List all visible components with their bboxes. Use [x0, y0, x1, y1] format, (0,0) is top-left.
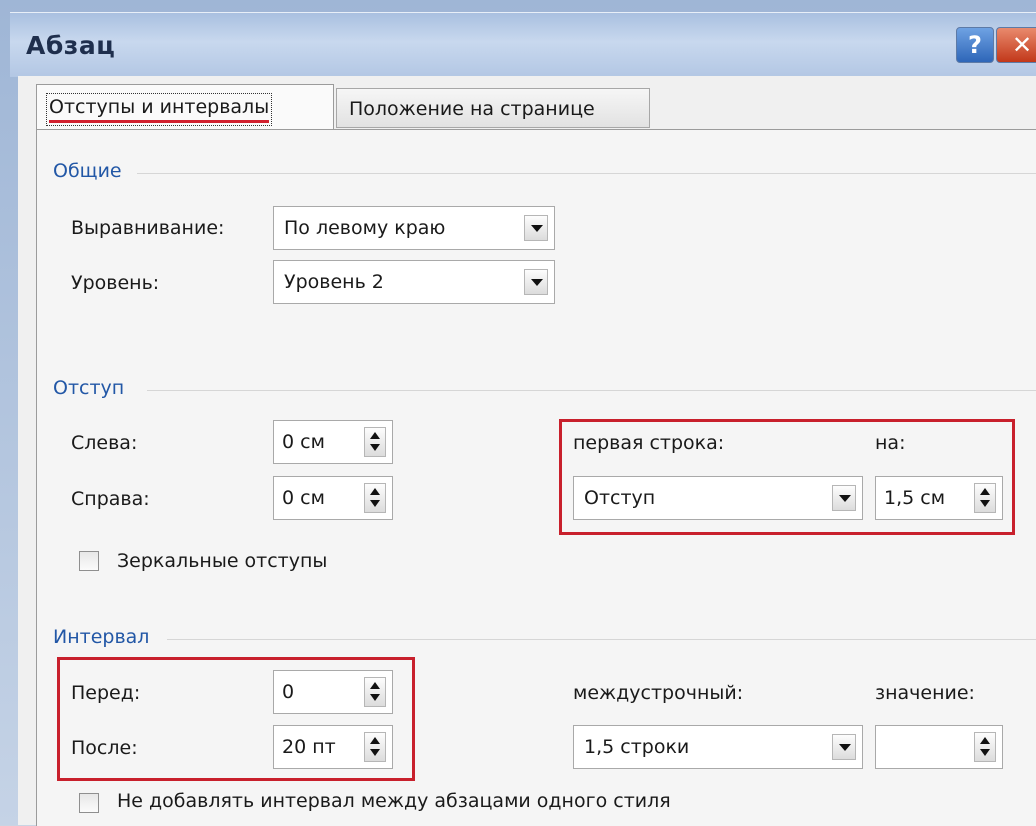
left-indent-value: 0 см: [282, 431, 325, 453]
tab-panel: Общие Выравнивание: По левому краю Урове…: [36, 129, 1036, 826]
right-indent-label: Справа:: [71, 488, 150, 510]
dialog-window: Абзац ? ✕ Отступы и интервалы Положение …: [0, 0, 1036, 826]
right-indent-spinner[interactable]: 0 см: [273, 476, 393, 520]
mirror-indents-checkbox[interactable]: [79, 551, 99, 571]
title-bar[interactable]: Абзац ? ✕: [10, 12, 1036, 77]
level-value: Уровень 2: [284, 271, 384, 293]
spinner-arrows-icon[interactable]: [364, 427, 386, 457]
first-line-value: Отступ: [584, 487, 656, 509]
dont-add-space-checkbox[interactable]: [79, 793, 99, 813]
spinner-arrows-icon[interactable]: [364, 483, 386, 513]
line-spacing-value: 1,5 строки: [584, 736, 690, 758]
chevron-down-icon[interactable]: [832, 734, 856, 760]
close-icon: ✕: [1011, 31, 1033, 59]
tab-label: Отступы и интервалы: [45, 93, 273, 126]
help-button[interactable]: ?: [956, 27, 994, 63]
by-label: на:: [875, 432, 906, 454]
divider: [137, 173, 1036, 174]
right-indent-value: 0 см: [282, 487, 325, 509]
tab-indents-and-spacing[interactable]: Отступы и интервалы: [36, 84, 334, 130]
level-select[interactable]: Уровень 2: [273, 260, 555, 304]
at-label: значение:: [875, 682, 975, 704]
alignment-select[interactable]: По левому краю: [273, 206, 555, 250]
spacing-heading: Интервал: [53, 626, 150, 648]
first-line-label: первая строка:: [573, 432, 725, 454]
tab-label: Положение на странице: [349, 98, 595, 120]
chevron-down-icon[interactable]: [832, 485, 856, 511]
dialog-title: Абзац: [26, 31, 116, 60]
line-spacing-label: междустрочный:: [573, 682, 744, 704]
first-line-by-spinner[interactable]: 1,5 см: [875, 476, 1003, 520]
spinner-arrows-icon[interactable]: [364, 732, 386, 762]
left-indent-spinner[interactable]: 0 см: [273, 420, 393, 464]
dont-add-space-label: Не добавлять интервал между абзацами одн…: [117, 790, 671, 812]
space-before-value: 0: [282, 681, 295, 703]
space-after-value: 20 пт: [282, 736, 336, 758]
chevron-down-icon[interactable]: [524, 215, 548, 241]
space-after-label: После:: [71, 737, 138, 759]
spinner-arrows-icon[interactable]: [974, 732, 996, 762]
alignment-label: Выравнивание:: [71, 217, 225, 239]
divider: [147, 390, 1036, 391]
space-after-spinner[interactable]: 20 пт: [273, 725, 393, 769]
general-heading: Общие: [53, 160, 122, 182]
spinner-arrows-icon[interactable]: [974, 483, 996, 513]
left-indent-label: Слева:: [71, 432, 138, 454]
tab-line-and-page-breaks[interactable]: Положение на странице: [336, 88, 650, 128]
dialog-client-area: Отступы и интервалы Положение на страниц…: [18, 76, 1036, 826]
space-before-label: Перед:: [71, 682, 141, 704]
level-label: Уровень:: [71, 272, 160, 294]
first-line-by-value: 1,5 см: [884, 487, 946, 509]
at-spinner[interactable]: [875, 725, 1003, 769]
question-icon: ?: [968, 31, 982, 59]
chevron-down-icon[interactable]: [524, 269, 548, 295]
mirror-indents-label: Зеркальные отступы: [117, 550, 328, 572]
space-before-spinner[interactable]: 0: [273, 670, 393, 714]
first-line-select[interactable]: Отступ: [573, 476, 863, 520]
alignment-value: По левому краю: [284, 217, 446, 239]
spinner-arrows-icon[interactable]: [364, 677, 386, 707]
divider: [167, 639, 1036, 640]
line-spacing-select[interactable]: 1,5 строки: [573, 725, 863, 769]
indent-heading: Отступ: [53, 377, 125, 399]
close-button[interactable]: ✕: [996, 27, 1036, 63]
